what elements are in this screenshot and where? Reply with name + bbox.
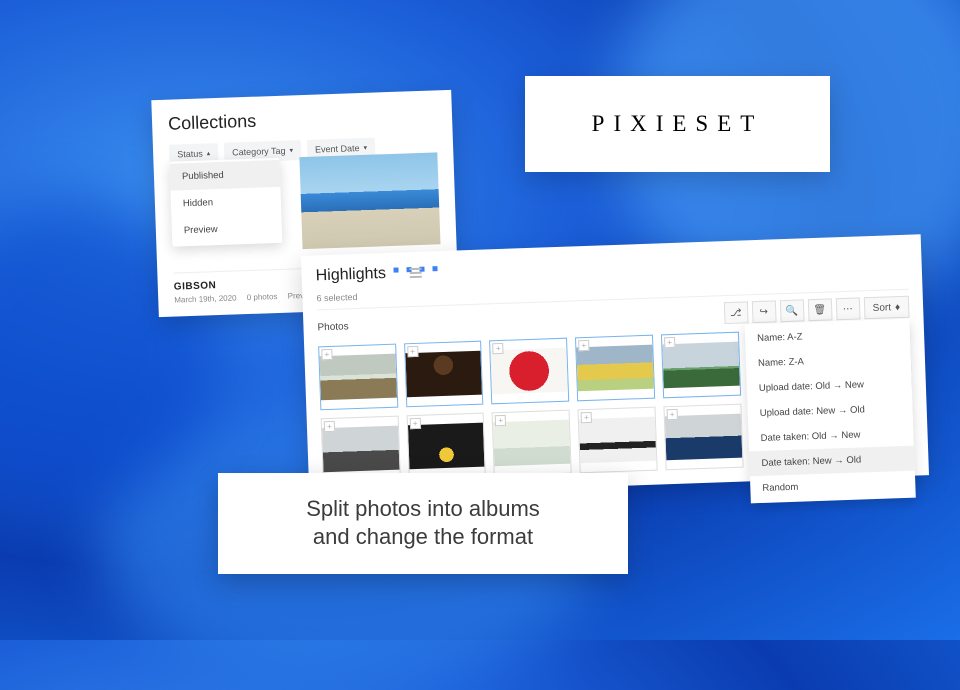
select-badge-icon[interactable]: + <box>409 418 420 429</box>
collection-cover-thumb[interactable] <box>299 152 440 249</box>
status-option-hidden[interactable]: Hidden <box>170 187 281 218</box>
select-badge-icon[interactable]: + <box>493 343 504 354</box>
photos-label: Photos <box>317 321 349 333</box>
photo-thumb[interactable]: + <box>663 404 743 471</box>
select-badge-icon[interactable]: + <box>321 349 332 360</box>
sort-opt-random[interactable]: Random <box>750 471 916 502</box>
caption-line-1: Split photos into albums <box>246 495 600 524</box>
select-badge-icon[interactable]: + <box>666 409 677 420</box>
select-badge-icon[interactable]: + <box>581 412 592 423</box>
caption-card: Split photos into albums and change the … <box>218 473 628 574</box>
select-badge-icon[interactable]: + <box>324 421 335 432</box>
status-dropdown: Published Hidden Preview <box>169 158 282 247</box>
share-icon[interactable]: ⎇ <box>723 301 748 324</box>
brand-logo: PIXIESET <box>525 76 830 172</box>
photo-thumb[interactable]: + <box>406 413 486 480</box>
chevron-up-icon: ▴ <box>207 149 211 157</box>
photo-thumb[interactable]: + <box>489 338 569 405</box>
sort-button[interactable]: Sort ♦ <box>863 296 909 320</box>
photo-thumb[interactable]: + <box>404 341 484 408</box>
filter-status-label: Status <box>177 149 203 160</box>
select-badge-icon[interactable]: + <box>495 415 506 426</box>
filter-event-label: Event Date <box>315 143 360 155</box>
chevron-down-icon: ▾ <box>289 146 293 154</box>
collection-date: March 19th, 2020 <box>174 293 237 304</box>
select-badge-icon[interactable]: + <box>407 346 418 357</box>
highlights-panel: Highlights 6 selected Photos ⎇ ↪ 🔍 🗑 ⋯ S… <box>301 234 929 496</box>
photo-thumb[interactable]: + <box>578 407 658 474</box>
collection-count: 0 photos <box>247 292 278 302</box>
sort-label: Sort <box>873 302 892 314</box>
filter-category-label: Category Tag <box>232 146 286 158</box>
caption-line-2: and change the format <box>246 523 600 552</box>
status-option-preview[interactable]: Preview <box>171 214 282 245</box>
sort-arrows-icon: ♦ <box>895 302 900 313</box>
collections-title: Collections <box>168 104 437 134</box>
select-badge-icon[interactable]: + <box>578 340 589 351</box>
zoom-icon[interactable]: 🔍 <box>779 299 804 322</box>
photo-thumb[interactable]: + <box>492 410 572 477</box>
chevron-down-icon: ▾ <box>363 144 367 152</box>
status-option-published[interactable]: Published <box>170 160 281 191</box>
photo-thumb[interactable]: + <box>661 332 741 399</box>
delete-icon[interactable]: 🗑 <box>807 298 832 321</box>
more-icon[interactable]: ⋯ <box>835 297 860 320</box>
photo-thumb[interactable]: + <box>575 335 655 402</box>
view-list-icon[interactable] <box>410 267 422 279</box>
sort-dropdown: Name: A-Z Name: Z-A Upload date: Old → N… <box>745 319 916 504</box>
photo-thumb[interactable]: + <box>318 344 398 411</box>
view-grid-icon[interactable] <box>394 267 406 279</box>
move-icon[interactable]: ↪ <box>751 300 776 323</box>
highlights-title: Highlights <box>315 265 386 285</box>
select-badge-icon[interactable]: + <box>664 337 675 348</box>
